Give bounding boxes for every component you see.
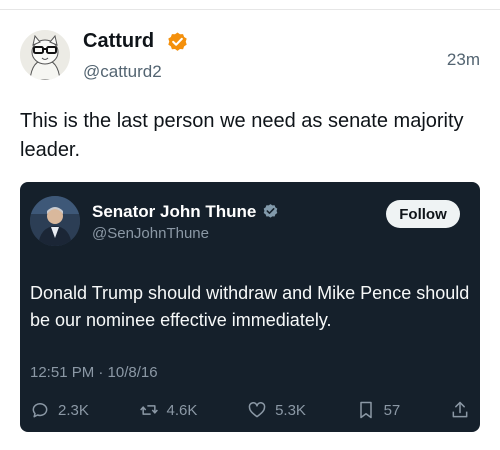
post-timestamp[interactable]: 23m [447, 50, 480, 70]
like-count: 5.3K [275, 401, 306, 419]
repost-count: 4.6K [166, 401, 198, 419]
quoted-author-handle[interactable]: @SenJohnThune [92, 225, 209, 242]
repost-button[interactable]: 4.6K [139, 400, 198, 420]
reply-count: 2.3K [58, 401, 89, 419]
verified-badge-icon [168, 32, 187, 51]
quoted-post-time[interactable]: 12:51 PM · 10/8/16 [30, 364, 158, 381]
author-name[interactable]: Catturd [83, 30, 154, 53]
follow-button[interactable]: Follow [386, 200, 460, 228]
bookmark-count: 57 [383, 401, 401, 419]
top-divider [0, 9, 500, 10]
reply-icon [32, 403, 48, 418]
bookmark-icon [359, 401, 372, 419]
repost-icon [139, 405, 158, 415]
verified-badge-icon [263, 204, 278, 218]
like-icon [248, 402, 266, 418]
bookmark-button[interactable]: 57 [356, 400, 401, 420]
share-icon [452, 401, 468, 418]
post-text: This is the last person we need as senat… [20, 110, 464, 161]
quoted-author-avatar[interactable] [30, 196, 80, 246]
action-bar: 2.3K 4.6K 5.3K 57 [30, 398, 470, 422]
like-button[interactable]: 5.3K [247, 400, 306, 420]
author-avatar[interactable] [20, 30, 70, 80]
share-button[interactable] [450, 400, 470, 420]
quoted-post-card[interactable]: Senator John Thune @SenJohnThune Follow … [20, 182, 480, 432]
reply-button[interactable]: 2.3K [30, 400, 89, 420]
quoted-post-text: Donald Trump should withdraw and Mike Pe… [30, 283, 470, 330]
quoted-author-name[interactable]: Senator John Thune [92, 202, 256, 222]
author-handle[interactable]: @catturd2 [83, 62, 162, 82]
